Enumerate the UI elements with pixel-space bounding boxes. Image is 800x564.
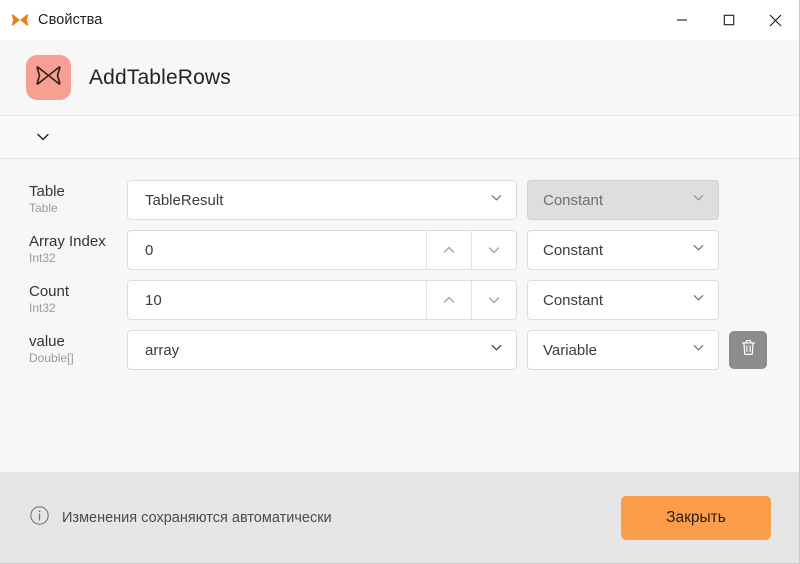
combobox-value: array: [145, 341, 180, 359]
chevron-down-icon[interactable]: [30, 124, 56, 150]
count-increment-button[interactable]: [426, 281, 471, 319]
mode-value: Constant: [543, 191, 604, 209]
count-input[interactable]: 10: [128, 281, 426, 319]
property-row: Table Table TableResult Constant: [0, 175, 799, 225]
close-button[interactable]: [752, 0, 799, 40]
property-name: Table: [29, 183, 65, 201]
chevron-down-icon: [691, 340, 706, 360]
table-value-combobox[interactable]: TableResult: [127, 180, 517, 220]
close-dialog-button[interactable]: Закрыть: [621, 495, 771, 540]
property-row: Array Index Int32 0 Constant: [0, 225, 799, 275]
trash-icon: [739, 338, 758, 362]
property-name: Count: [29, 283, 70, 301]
array-index-mode-combobox[interactable]: Constant: [527, 230, 719, 270]
chevron-down-icon: [489, 190, 504, 210]
property-type: Table: [29, 201, 58, 216]
property-type: Int32: [29, 301, 56, 316]
property-row: Count Int32 10 Constant: [0, 275, 799, 325]
mode-value: Variable: [543, 341, 597, 359]
butterfly-icon: [11, 11, 29, 29]
count-number-field[interactable]: 10: [127, 280, 517, 320]
count-decrement-button[interactable]: [471, 281, 516, 319]
property-name: value: [29, 333, 65, 351]
node-icon-badge: [26, 55, 71, 100]
chevron-down-icon: [691, 240, 706, 260]
property-label: Array Index Int32: [29, 233, 127, 266]
autosave-text: Изменения сохраняются автоматически: [62, 509, 332, 526]
footer-bar: Изменения сохраняются автоматически Закр…: [0, 472, 799, 563]
properties-window: Свойства AddTableRows Table Table TableR…: [0, 0, 800, 564]
property-label: Table Table: [29, 183, 127, 216]
chevron-down-icon: [489, 340, 504, 360]
property-type: Int32: [29, 251, 56, 266]
title-bar: Свойства: [0, 0, 799, 40]
property-label: Count Int32: [29, 283, 127, 316]
butterfly-icon: [35, 62, 62, 94]
array-index-number-field[interactable]: 0: [127, 230, 517, 270]
delete-parameter-button[interactable]: [729, 331, 767, 369]
mode-value: Constant: [543, 291, 604, 309]
count-mode-combobox[interactable]: Constant: [527, 280, 719, 320]
table-mode-combobox[interactable]: Constant: [527, 180, 719, 220]
section-expander-strip: [0, 115, 799, 159]
app-header: AddTableRows: [0, 40, 799, 115]
array-index-input[interactable]: 0: [128, 231, 426, 269]
chevron-down-icon: [691, 290, 706, 310]
minimize-button[interactable]: [658, 0, 705, 40]
title-bar-left: Свойства: [0, 11, 102, 29]
window-title: Свойства: [38, 12, 103, 28]
maximize-button[interactable]: [705, 0, 752, 40]
value-mode-combobox[interactable]: Variable: [527, 330, 719, 370]
chevron-down-icon: [691, 190, 706, 210]
window-controls: [658, 0, 799, 40]
property-name: Array Index: [29, 233, 106, 251]
value-variable-combobox[interactable]: array: [127, 330, 517, 370]
info-circle-icon: [29, 505, 50, 531]
combobox-value: TableResult: [145, 191, 224, 209]
property-row: value Double[] array Variable: [0, 325, 799, 375]
autosave-note: Изменения сохраняются автоматически: [29, 505, 332, 531]
properties-form: Table Table TableResult Constant Array I…: [0, 159, 799, 472]
page-title: AddTableRows: [89, 65, 231, 89]
property-type: Double[]: [29, 351, 74, 366]
property-label: value Double[]: [29, 333, 127, 366]
array-index-increment-button[interactable]: [426, 231, 471, 269]
array-index-decrement-button[interactable]: [471, 231, 516, 269]
mode-value: Constant: [543, 241, 604, 259]
